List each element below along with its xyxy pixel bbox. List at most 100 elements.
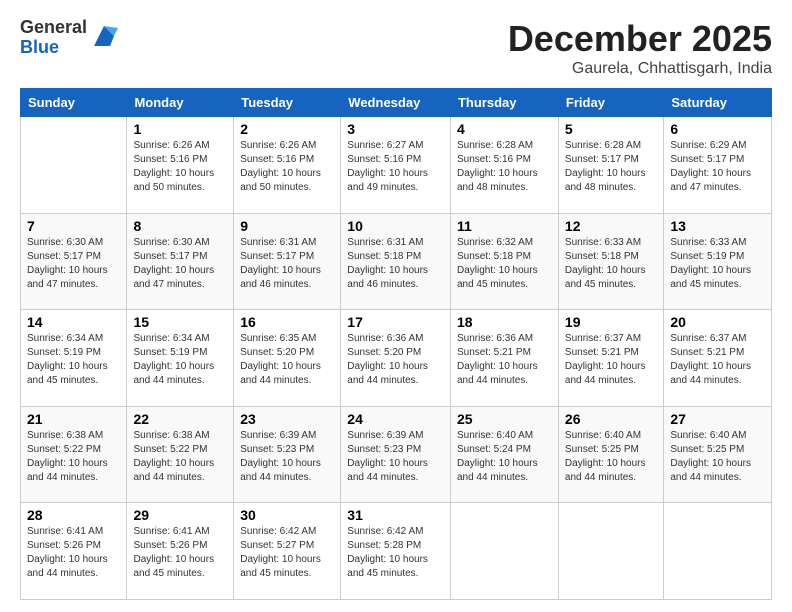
day-number: 1 xyxy=(133,121,227,137)
day-number: 23 xyxy=(240,411,334,427)
calendar-cell: 24Sunrise: 6:39 AM Sunset: 5:23 PM Dayli… xyxy=(341,406,451,503)
day-number: 31 xyxy=(347,507,444,523)
weekday-saturday: Saturday xyxy=(664,89,772,117)
calendar-title: December 2025 xyxy=(508,18,772,60)
day-info: Sunrise: 6:42 AM Sunset: 5:27 PM Dayligh… xyxy=(240,525,334,581)
calendar-cell xyxy=(558,503,663,600)
day-info: Sunrise: 6:33 AM Sunset: 5:18 PM Dayligh… xyxy=(565,236,657,292)
day-info: Sunrise: 6:40 AM Sunset: 5:24 PM Dayligh… xyxy=(457,429,552,485)
title-block: December 2025 Gaurela, Chhattisgarh, Ind… xyxy=(508,18,772,78)
day-info: Sunrise: 6:38 AM Sunset: 5:22 PM Dayligh… xyxy=(133,429,227,485)
week-row-4: 21 Sunrise: 6:38 AM Sunset: 5:22 PM Dayli… xyxy=(21,406,772,503)
calendar-cell: 20 Sunrise: 6:37 AM Sunset: 5:21 PM Dayli… xyxy=(664,310,772,407)
day-number: 30 xyxy=(240,507,334,523)
calendar-cell xyxy=(450,503,558,600)
day-number: 18 xyxy=(457,314,552,330)
day-info: Sunrise: 6:40 AM Sunset: 5:25 PM Dayligh… xyxy=(670,429,765,485)
logo: General Blue xyxy=(20,18,118,58)
day-info: Sunrise: 6:37 AM Sunset: 5:21 PM Dayligh… xyxy=(565,332,657,388)
calendar-cell: 31Sunrise: 6:42 AM Sunset: 5:28 PM Dayli… xyxy=(341,503,451,600)
calendar-cell: 2 Sunrise: 6:26 AM Sunset: 5:16 PM Daylig… xyxy=(234,117,341,214)
week-row-1: 1 Sunrise: 6:26 AM Sunset: 5:16 PM Daylig… xyxy=(21,117,772,214)
day-number: 16 xyxy=(240,314,334,330)
calendar-cell: 3 Sunrise: 6:27 AM Sunset: 5:16 PM Daylig… xyxy=(341,117,451,214)
calendar-header: General Blue December 2025 Gaurela, Chha… xyxy=(20,18,772,78)
day-number: 12 xyxy=(565,218,657,234)
calendar-cell: 29Sunrise: 6:41 AM Sunset: 5:26 PM Dayli… xyxy=(127,503,234,600)
calendar-cell: 15Sunrise: 6:34 AM Sunset: 5:19 PM Dayli… xyxy=(127,310,234,407)
calendar-cell: 23 Sunrise: 6:39 AM Sunset: 5:23 PM Dayli… xyxy=(234,406,341,503)
calendar-cell: 4Sunrise: 6:28 AM Sunset: 5:16 PM Daylig… xyxy=(450,117,558,214)
calendar-cell: 18 Sunrise: 6:36 AM Sunset: 5:21 PM Dayli… xyxy=(450,310,558,407)
calendar-cell: 25 Sunrise: 6:40 AM Sunset: 5:24 PM Dayli… xyxy=(450,406,558,503)
logo-general: General xyxy=(20,17,87,37)
calendar-cell xyxy=(664,503,772,600)
day-number: 6 xyxy=(670,121,765,137)
day-info: Sunrise: 6:26 AM Sunset: 5:16 PM Dayligh… xyxy=(133,139,227,195)
day-number: 26 xyxy=(565,411,657,427)
calendar-cell: 12 Sunrise: 6:33 AM Sunset: 5:18 PM Dayli… xyxy=(558,213,663,310)
logo-blue: Blue xyxy=(20,37,59,57)
day-number: 21 xyxy=(27,411,120,427)
calendar-cell: 10Sunrise: 6:31 AM Sunset: 5:18 PM Dayli… xyxy=(341,213,451,310)
day-number: 25 xyxy=(457,411,552,427)
day-number: 3 xyxy=(347,121,444,137)
day-info: Sunrise: 6:38 AM Sunset: 5:22 PM Dayligh… xyxy=(27,429,120,485)
day-info: Sunrise: 6:40 AM Sunset: 5:25 PM Dayligh… xyxy=(565,429,657,485)
day-number: 17 xyxy=(347,314,444,330)
calendar-cell: 26 Sunrise: 6:40 AM Sunset: 5:25 PM Dayli… xyxy=(558,406,663,503)
calendar-cell: 21 Sunrise: 6:38 AM Sunset: 5:22 PM Dayli… xyxy=(21,406,127,503)
day-info: Sunrise: 6:28 AM Sunset: 5:17 PM Dayligh… xyxy=(565,139,657,195)
day-number: 19 xyxy=(565,314,657,330)
day-info: Sunrise: 6:27 AM Sunset: 5:16 PM Dayligh… xyxy=(347,139,444,195)
calendar-cell: 11Sunrise: 6:32 AM Sunset: 5:18 PM Dayli… xyxy=(450,213,558,310)
day-info: Sunrise: 6:41 AM Sunset: 5:26 PM Dayligh… xyxy=(27,525,120,581)
day-info: Sunrise: 6:34 AM Sunset: 5:19 PM Dayligh… xyxy=(133,332,227,388)
week-row-2: 7 Sunrise: 6:30 AM Sunset: 5:17 PM Daylig… xyxy=(21,213,772,310)
calendar-cell: 28 Sunrise: 6:41 AM Sunset: 5:26 PM Dayli… xyxy=(21,503,127,600)
day-number: 28 xyxy=(27,507,120,523)
week-row-5: 28 Sunrise: 6:41 AM Sunset: 5:26 PM Dayli… xyxy=(21,503,772,600)
day-info: Sunrise: 6:35 AM Sunset: 5:20 PM Dayligh… xyxy=(240,332,334,388)
weekday-friday: Friday xyxy=(558,89,663,117)
day-number: 20 xyxy=(670,314,765,330)
day-number: 24 xyxy=(347,411,444,427)
day-number: 8 xyxy=(133,218,227,234)
calendar-cell: 17 Sunrise: 6:36 AM Sunset: 5:20 PM Dayli… xyxy=(341,310,451,407)
day-number: 7 xyxy=(27,218,120,234)
day-info: Sunrise: 6:29 AM Sunset: 5:17 PM Dayligh… xyxy=(670,139,765,195)
weekday-thursday: Thursday xyxy=(450,89,558,117)
logo-icon xyxy=(90,22,118,50)
day-info: Sunrise: 6:30 AM Sunset: 5:17 PM Dayligh… xyxy=(133,236,227,292)
day-info: Sunrise: 6:26 AM Sunset: 5:16 PM Dayligh… xyxy=(240,139,334,195)
calendar-cell: 5 Sunrise: 6:28 AM Sunset: 5:17 PM Daylig… xyxy=(558,117,663,214)
day-info: Sunrise: 6:30 AM Sunset: 5:17 PM Dayligh… xyxy=(27,236,120,292)
day-number: 27 xyxy=(670,411,765,427)
calendar-cell: 27 Sunrise: 6:40 AM Sunset: 5:25 PM Dayli… xyxy=(664,406,772,503)
weekday-wednesday: Wednesday xyxy=(341,89,451,117)
calendar-cell: 16 Sunrise: 6:35 AM Sunset: 5:20 PM Dayli… xyxy=(234,310,341,407)
day-number: 2 xyxy=(240,121,334,137)
day-info: Sunrise: 6:36 AM Sunset: 5:21 PM Dayligh… xyxy=(457,332,552,388)
weekday-tuesday: Tuesday xyxy=(234,89,341,117)
day-number: 13 xyxy=(670,218,765,234)
calendar-cell: 14Sunrise: 6:34 AM Sunset: 5:19 PM Dayli… xyxy=(21,310,127,407)
day-number: 9 xyxy=(240,218,334,234)
day-info: Sunrise: 6:39 AM Sunset: 5:23 PM Dayligh… xyxy=(240,429,334,485)
calendar-cell: 19 Sunrise: 6:37 AM Sunset: 5:21 PM Dayli… xyxy=(558,310,663,407)
day-info: Sunrise: 6:37 AM Sunset: 5:21 PM Dayligh… xyxy=(670,332,765,388)
calendar-cell xyxy=(21,117,127,214)
weekday-monday: Monday xyxy=(127,89,234,117)
calendar-cell: 22 Sunrise: 6:38 AM Sunset: 5:22 PM Dayli… xyxy=(127,406,234,503)
day-info: Sunrise: 6:36 AM Sunset: 5:20 PM Dayligh… xyxy=(347,332,444,388)
calendar-cell: 6 Sunrise: 6:29 AM Sunset: 5:17 PM Daylig… xyxy=(664,117,772,214)
day-number: 10 xyxy=(347,218,444,234)
calendar-cell: 30 Sunrise: 6:42 AM Sunset: 5:27 PM Dayli… xyxy=(234,503,341,600)
day-number: 5 xyxy=(565,121,657,137)
day-number: 29 xyxy=(133,507,227,523)
calendar-cell: 9Sunrise: 6:31 AM Sunset: 5:17 PM Daylig… xyxy=(234,213,341,310)
calendar-subtitle: Gaurela, Chhattisgarh, India xyxy=(508,60,772,78)
day-number: 22 xyxy=(133,411,227,427)
day-info: Sunrise: 6:28 AM Sunset: 5:16 PM Dayligh… xyxy=(457,139,552,195)
calendar-cell: 1 Sunrise: 6:26 AM Sunset: 5:16 PM Daylig… xyxy=(127,117,234,214)
